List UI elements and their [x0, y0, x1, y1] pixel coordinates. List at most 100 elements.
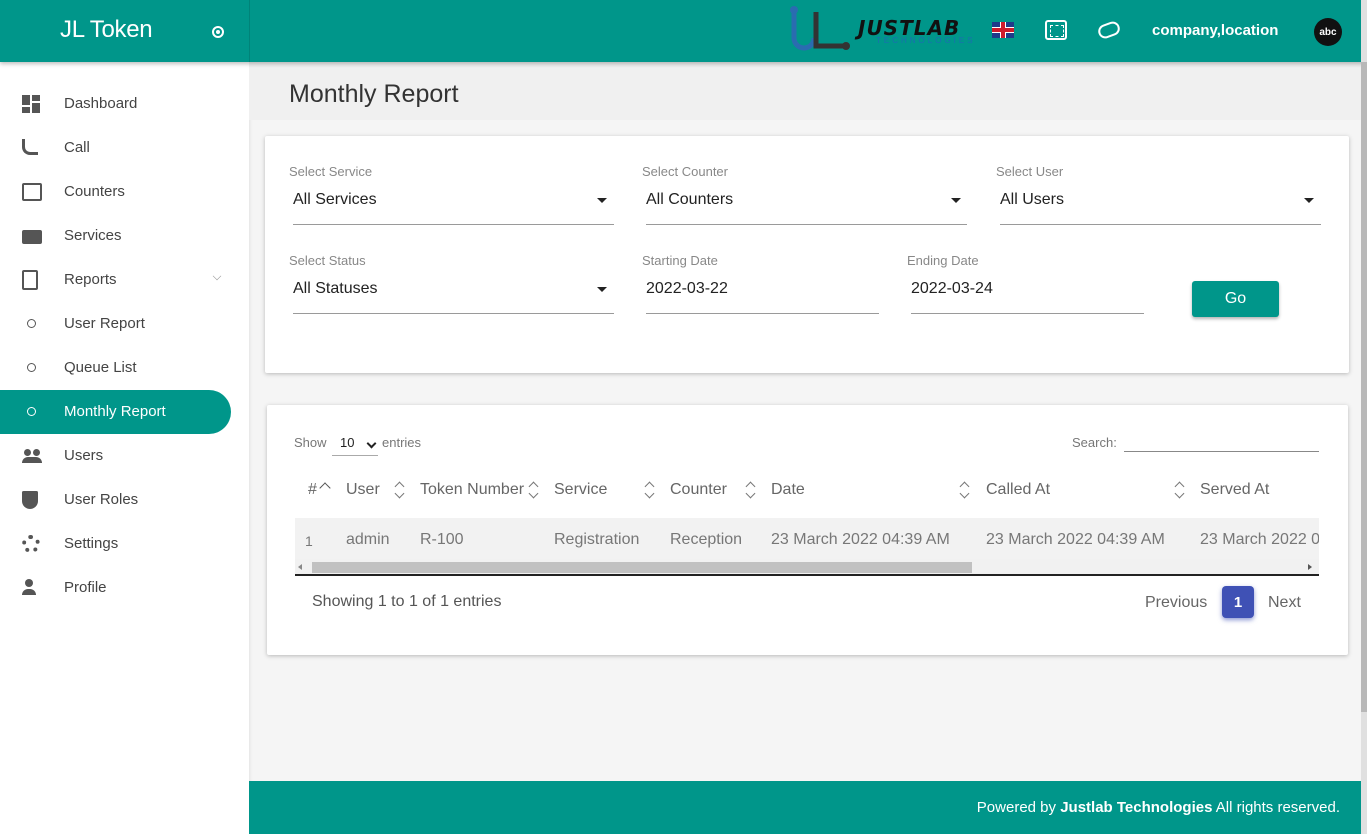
fullscreen-icon[interactable] — [1045, 20, 1067, 40]
search-input[interactable] — [1124, 451, 1319, 452]
sidebar-item-label: Settings — [64, 535, 119, 552]
company-location[interactable]: company,location — [1152, 22, 1278, 39]
service-underline — [293, 224, 614, 225]
sort-icon[interactable] — [960, 481, 970, 499]
page-scrollbar-thumb[interactable] — [1361, 62, 1367, 712]
start-date-underline — [646, 313, 879, 314]
clipboard-icon — [22, 270, 38, 290]
table-cell: 1 — [305, 533, 313, 549]
search-label: Search: — [1072, 435, 1117, 450]
entries-select[interactable]: 10 — [332, 432, 378, 456]
app-title[interactable]: JL Token — [60, 16, 153, 44]
sort-icon[interactable] — [746, 481, 756, 499]
counter-underline — [646, 224, 967, 225]
sidebar-item-label: Profile — [64, 579, 107, 596]
sidebar-item-settings[interactable]: Settings — [0, 522, 231, 566]
caret-down-icon[interactable] — [597, 287, 607, 292]
end-date-input[interactable]: 2022-03-24 — [911, 280, 993, 298]
sidebar-item-profile[interactable]: Profile — [0, 566, 231, 610]
sidebar-item-monthly-report[interactable]: Monthly Report — [0, 390, 231, 434]
circle-icon — [27, 363, 36, 372]
column-header-counter[interactable]: Counter — [670, 481, 727, 499]
page-title: Monthly Report — [289, 80, 459, 108]
logo-subtext: TECHNOLOGIES — [876, 36, 976, 45]
sort-icon[interactable] — [645, 481, 655, 499]
column-header-user[interactable]: User — [346, 481, 380, 499]
dashboard-icon — [22, 95, 42, 113]
column-header-number[interactable]: # — [308, 481, 317, 499]
column-header-called-at[interactable]: Called At — [986, 481, 1050, 499]
logo-mark-icon — [790, 6, 850, 51]
sidebar-item-label: Dashboard — [64, 95, 138, 112]
column-header-served-at[interactable]: Served At — [1200, 481, 1269, 499]
table-cell: 23 March 2022 04:39 AM — [986, 531, 1165, 548]
sort-icon[interactable] — [529, 481, 539, 499]
footer-suffix: All rights reserved. — [1215, 799, 1340, 816]
next-page-button[interactable]: Next — [1268, 594, 1301, 612]
service-label: Select Service — [289, 164, 373, 179]
sidebar-item-queue-list[interactable]: Queue List — [0, 346, 231, 390]
company-logo: JUSTLAB TECHNOLOGIES — [772, 4, 982, 56]
show-label: Show — [294, 435, 327, 450]
users-icon — [22, 447, 42, 465]
sidebar-item-reports[interactable]: Reports — [0, 258, 231, 302]
end-date-label: Ending Date — [907, 253, 979, 268]
footer: Powered by Justlab Technologies All righ… — [249, 781, 1361, 834]
sidebar-item-counters[interactable]: Counters — [0, 170, 231, 214]
paperclip-icon[interactable] — [1096, 19, 1122, 41]
table-horizontal-scrollbar[interactable] — [295, 559, 1319, 576]
sidebar: Dashboard Call Counters Services Reports… — [0, 62, 249, 834]
footer-company-link[interactable]: Justlab Technologies — [1060, 799, 1212, 816]
sidebar-item-call[interactable]: Call — [0, 126, 231, 170]
briefcase-icon — [22, 230, 42, 244]
table-cell: R-100 — [420, 531, 464, 548]
sidebar-item-label: Users — [64, 447, 104, 464]
go-button[interactable]: Go — [1192, 281, 1279, 317]
gear-icon — [22, 535, 40, 553]
counter-select[interactable]: All Counters — [646, 191, 733, 209]
person-icon — [22, 579, 36, 597]
counters-icon — [22, 183, 42, 201]
scroll-right-icon[interactable] — [1308, 564, 1312, 570]
user-select[interactable]: All Users — [1000, 191, 1064, 209]
status-select[interactable]: All Statuses — [293, 280, 377, 298]
brand: JL Token — [0, 0, 249, 62]
entries-label: entries — [382, 435, 422, 450]
sidebar-item-services[interactable]: Services — [0, 214, 231, 258]
sidebar-item-user-roles[interactable]: User Roles — [0, 478, 231, 522]
table-cell: Registration — [554, 531, 640, 548]
column-header-date[interactable]: Date — [771, 481, 805, 499]
previous-page-button[interactable]: Previous — [1145, 594, 1207, 612]
user-label: Select User — [996, 164, 1064, 179]
column-header-token-number[interactable]: Token Number — [420, 481, 524, 499]
column-header-service[interactable]: Service — [554, 481, 607, 499]
page-1-button[interactable]: 1 — [1222, 586, 1254, 618]
status-label: Select Status — [289, 253, 366, 268]
counter-label: Select Counter — [642, 164, 728, 179]
sidebar-item-label: Reports — [64, 271, 117, 288]
start-date-input[interactable]: 2022-03-22 — [646, 280, 728, 298]
shield-icon — [22, 491, 38, 509]
caret-down-icon[interactable] — [597, 198, 607, 203]
sidebar-item-label: Queue List — [64, 359, 137, 376]
status-underline — [293, 313, 614, 314]
scrollbar-thumb[interactable] — [312, 562, 972, 573]
uk-flag-icon[interactable] — [992, 22, 1014, 38]
top-bar: JL Token JUSTLAB TECHNOLOGIES company,lo… — [0, 0, 1367, 62]
sort-icon[interactable] — [395, 481, 405, 499]
sidebar-item-dashboard[interactable]: Dashboard — [0, 82, 231, 126]
sidebar-item-label: Monthly Report — [64, 403, 166, 420]
caret-down-icon[interactable] — [1304, 198, 1314, 203]
table-cell: admin — [346, 531, 390, 548]
service-select[interactable]: All Services — [293, 191, 377, 209]
sidebar-item-label: Counters — [64, 183, 125, 200]
sidebar-item-user-report[interactable]: User Report — [0, 302, 231, 346]
caret-down-icon[interactable] — [951, 198, 961, 203]
sort-icon[interactable] — [1175, 481, 1185, 499]
footer-prefix: Powered by — [976, 799, 1057, 816]
avatar[interactable]: abc — [1314, 18, 1342, 46]
scroll-left-icon[interactable] — [298, 564, 302, 570]
sidebar-item-users[interactable]: Users — [0, 434, 231, 478]
circle-icon — [27, 319, 36, 328]
sidebar-toggle-icon[interactable] — [212, 26, 224, 38]
